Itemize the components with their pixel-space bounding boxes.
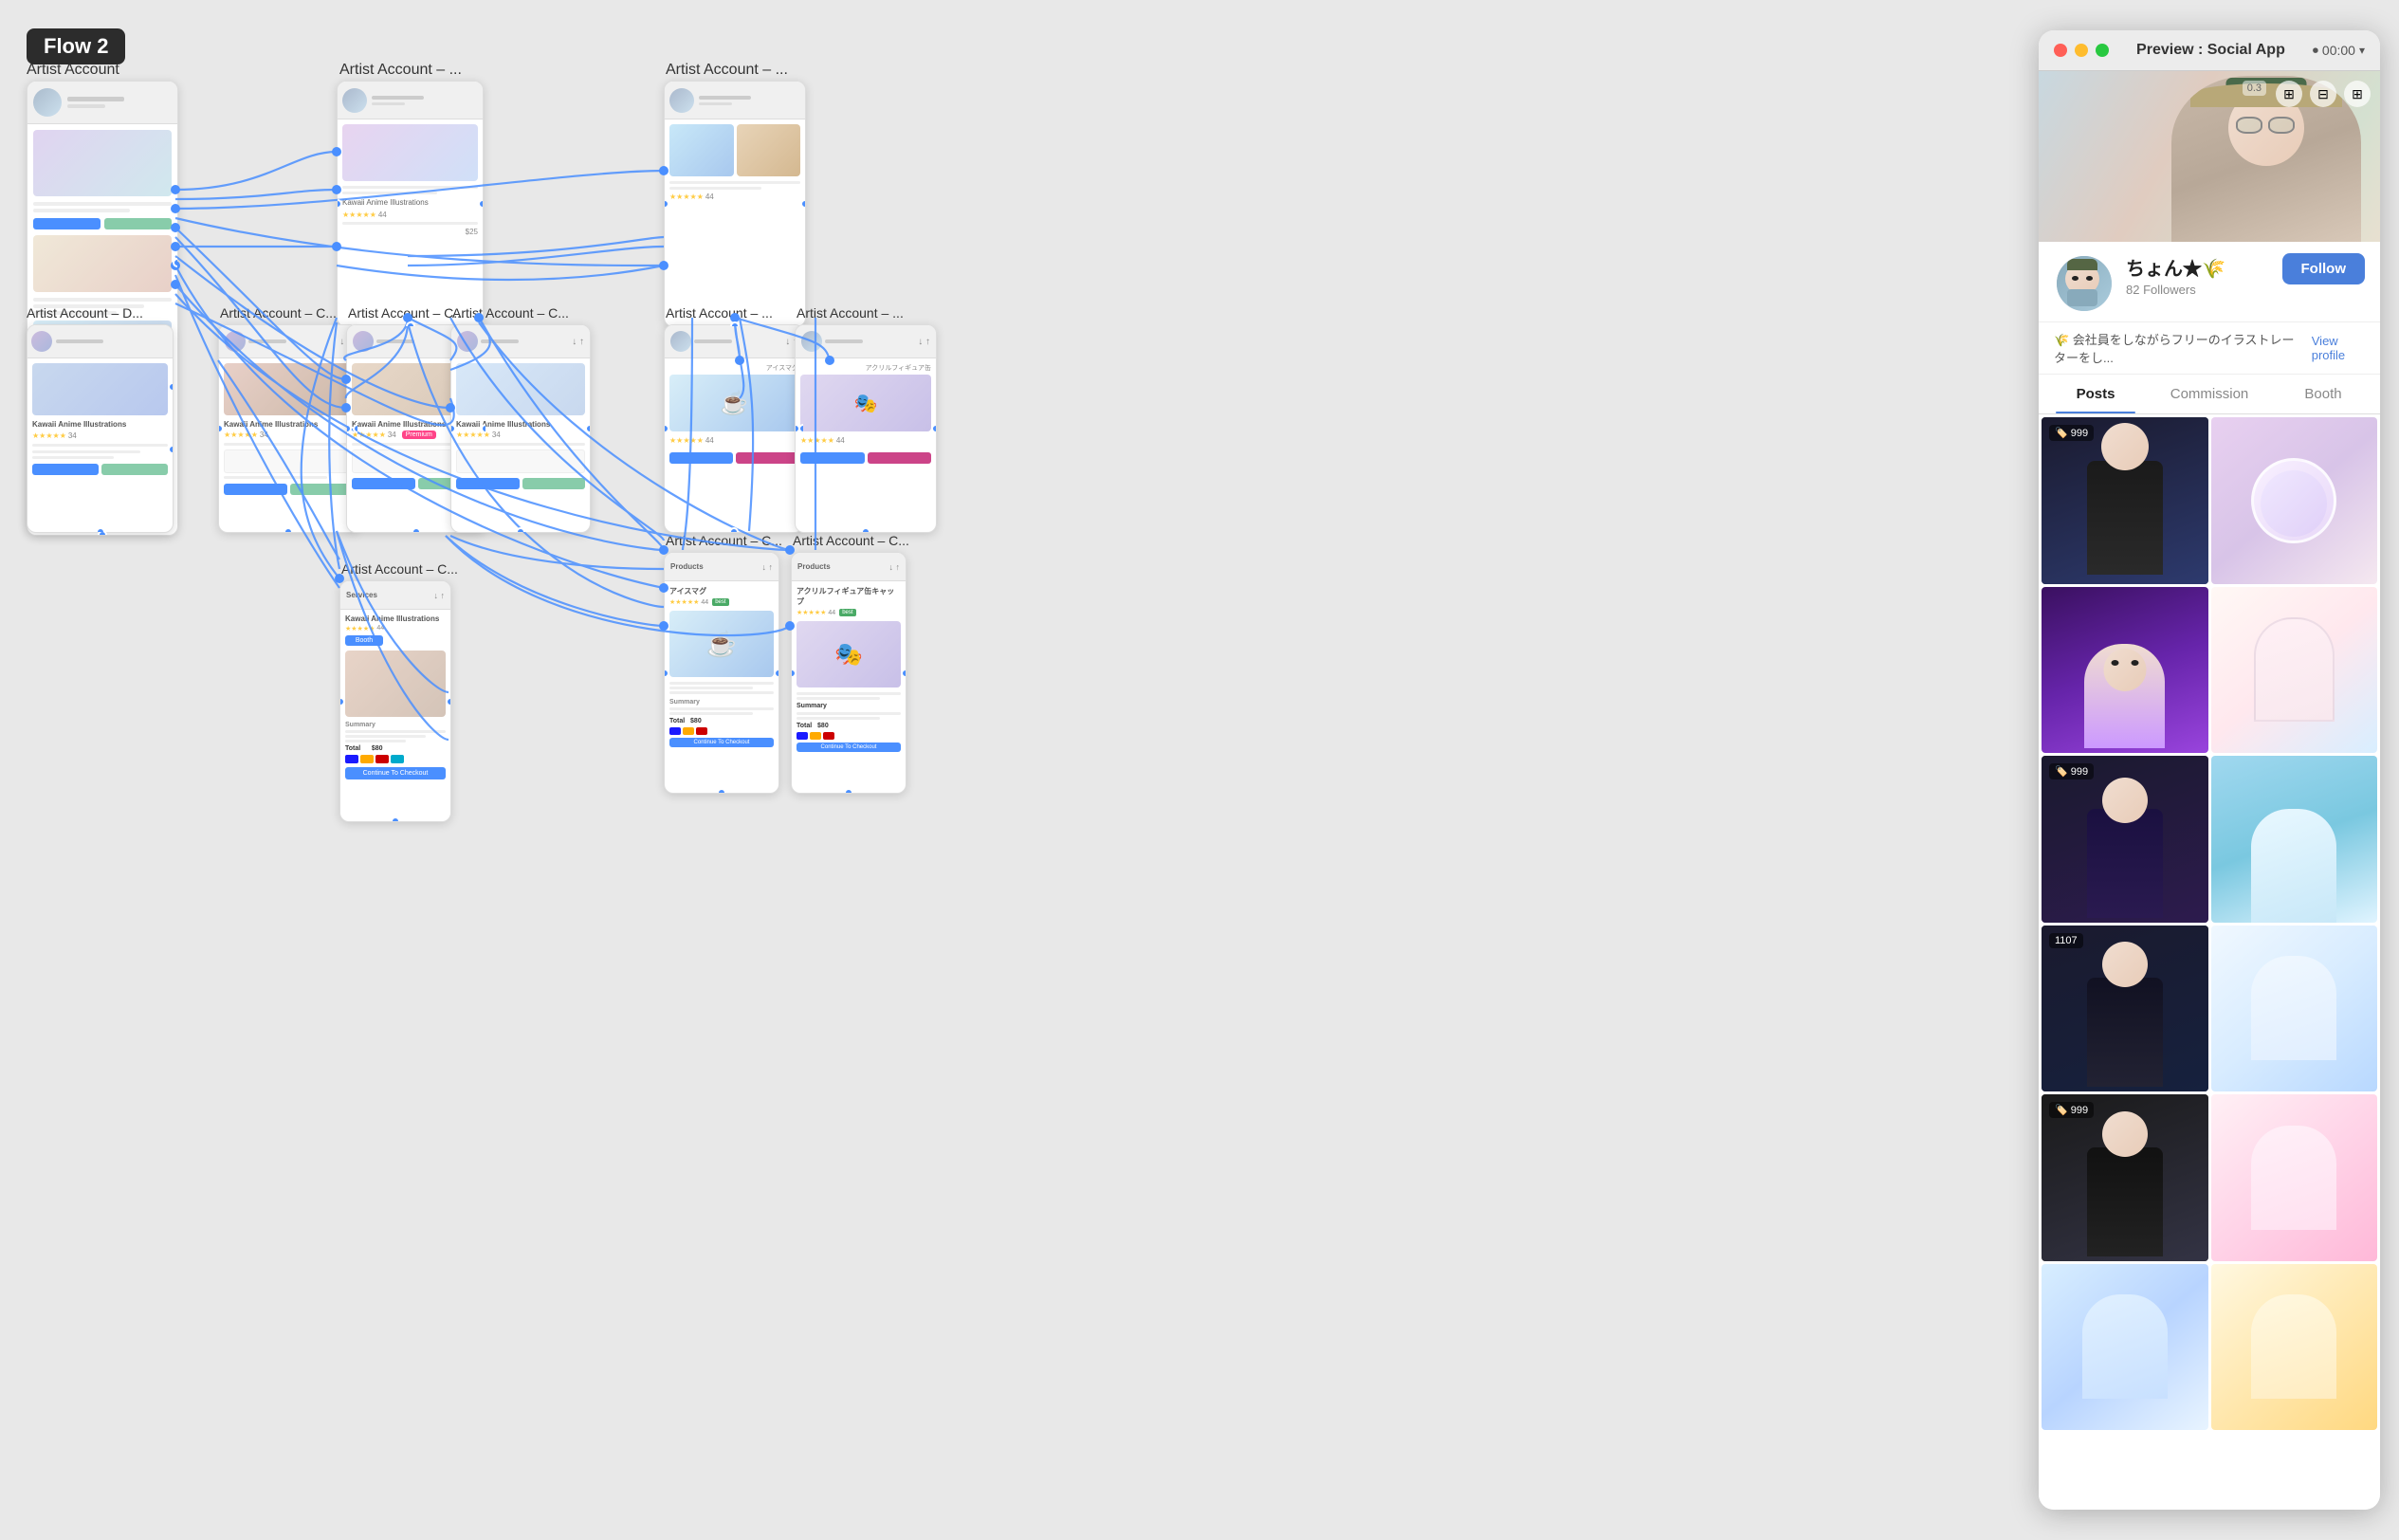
score-value: 0.3 <box>2243 81 2266 96</box>
node-label-10: Artist Account – C... <box>341 561 458 578</box>
node-label-12: Artist Account – C... <box>793 533 909 550</box>
node-label-3: Artist Account – ... <box>666 62 788 79</box>
profile-name: ちょん★🌾 <box>2126 253 2271 281</box>
filter-icon-3[interactable]: ⊞ <box>2344 81 2371 107</box>
node-label-4: Artist Account – D... <box>27 305 143 322</box>
flow-card-5[interactable]: ↓ ↑ Kawaii Anime Illustrations ★★★★★ 34 <box>218 324 358 533</box>
tab-booth-label: Booth <box>2304 386 2341 402</box>
grid-cell-3[interactable] <box>2042 587 2208 754</box>
node-label-2: Artist Account – ... <box>339 62 462 79</box>
preview-time: ⏺ 00:00 ▾ <box>2313 43 2365 58</box>
time-dropdown-icon[interactable]: ▾ <box>2359 44 2365 57</box>
grid-badge-5: 🏷️ 999 <box>2049 763 2094 779</box>
grid-cell-2[interactable] <box>2211 417 2378 584</box>
flow-card-12[interactable]: Products ↓ ↑ アクリルフィギュア缶キャップ ★★★★★ 44 bes… <box>791 552 906 794</box>
hero-banner: ⊞ ⊟ ⊞ 0.3 <box>2039 71 2380 242</box>
grid-cell-12[interactable] <box>2211 1264 2378 1431</box>
node-label-7: Artist Account – C... <box>452 305 569 322</box>
filter-icon-1[interactable]: ⊞ <box>2276 81 2302 107</box>
preview-panel: Preview : Social App ⏺ 00:00 ▾ <box>2039 30 2380 1510</box>
preview-title: Preview : Social App <box>2116 42 2305 59</box>
grid-badge-1: 🏷️ 999 <box>2049 425 2094 441</box>
flow-card-2[interactable]: Kawaii Anime Illustrations ★★★★★ 44 $25 <box>337 81 484 327</box>
time-value: 00:00 <box>2322 43 2355 58</box>
grid-cell-5[interactable]: 🏷️ 999 <box>2042 756 2208 923</box>
image-grid: 🏷️ 999 <box>2039 414 2380 1433</box>
traffic-light-red[interactable] <box>2054 44 2067 57</box>
grid-badge-9: 🏷️ 999 <box>2049 1102 2094 1118</box>
bio-text: 🌾 会社員をしながらフリーのイラストレーターをし... <box>2054 330 2306 366</box>
profile-followers: 82 Followers <box>2126 283 2271 297</box>
preview-body[interactable]: ⊞ ⊟ ⊞ 0.3 <box>2039 71 2380 1510</box>
grid-cell-9[interactable]: 🏷️ 999 <box>2042 1094 2208 1261</box>
profile-info: ちょん★🌾 82 Followers <box>2126 253 2271 297</box>
flow-card-11[interactable]: Products ↓ ↑ アイスマグ ★★★★★ 44 best ☕ Summa… <box>664 552 779 794</box>
node-label-5: Artist Account – C... <box>220 305 337 322</box>
node-label-8: Artist Account – ... <box>666 305 773 322</box>
flow-card-4[interactable]: Kawaii Anime Illustrations ★★★★★ 34 <box>27 324 174 533</box>
node-label-6: Artist Account – C... <box>348 305 465 322</box>
tab-posts-label: Posts <box>2077 386 2115 402</box>
flow-card-3[interactable]: ★★★★★ 44 <box>664 81 806 327</box>
grid-cell-4[interactable] <box>2211 587 2378 754</box>
grid-cell-10[interactable] <box>2211 1094 2378 1261</box>
view-profile-link[interactable]: View profile <box>2312 334 2365 362</box>
flow-canvas[interactable]: Flow 2 <box>0 0 1802 1540</box>
tab-booth[interactable]: Booth <box>2266 375 2380 413</box>
grid-cell-8[interactable] <box>2211 926 2378 1092</box>
tab-posts[interactable]: Posts <box>2039 375 2152 413</box>
traffic-light-yellow[interactable] <box>2075 44 2088 57</box>
avatar <box>2054 253 2115 314</box>
flow-badge: Flow 2 <box>27 28 125 64</box>
grid-cell-11[interactable] <box>2042 1264 2208 1431</box>
node-label-11: Artist Account – C... <box>666 533 782 550</box>
avatar-wrap <box>2054 253 2115 314</box>
profile-section: ちょん★🌾 82 Followers Follow <box>2039 242 2380 322</box>
flow-label: Flow 2 <box>44 34 108 58</box>
flow-card-8[interactable]: ↓ ↑ アイスマグ ☕ ★★★★★ 44 <box>664 324 804 533</box>
profile-bio: 🌾 会社員をしながらフリーのイラストレーターをし... View profile <box>2039 322 2380 375</box>
banner-icons: ⊞ ⊟ ⊞ <box>2276 81 2371 107</box>
preview-titlebar: Preview : Social App ⏺ 00:00 ▾ <box>2039 30 2380 71</box>
tab-commission[interactable]: Commission <box>2152 375 2266 413</box>
node-label-9: Artist Account – ... <box>797 305 904 322</box>
grid-cell-6[interactable] <box>2211 756 2378 923</box>
grid-cell-7[interactable]: 1107 <box>2042 926 2208 1092</box>
tab-commission-label: Commission <box>2170 386 2249 402</box>
filter-icon-2[interactable]: ⊟ <box>2310 81 2336 107</box>
flow-card-7[interactable]: ↓ ↑ Kawaii Anime Illustrations ★★★★★ 34 <box>450 324 591 533</box>
flow-card-10[interactable]: Services ↓ ↑ Kawaii Anime Illustrations … <box>339 580 451 822</box>
grid-cell-1[interactable]: 🏷️ 999 <box>2042 417 2208 584</box>
follow-button[interactable]: Follow <box>2282 253 2366 284</box>
flow-card-9[interactable]: ↓ ↑ アクリルフィギュア缶 🎭 ★★★★★ 44 <box>795 324 937 533</box>
grid-badge-7: 1107 <box>2049 933 2083 948</box>
traffic-light-green[interactable] <box>2096 44 2109 57</box>
tabs-row: Posts Commission Booth <box>2039 375 2380 414</box>
